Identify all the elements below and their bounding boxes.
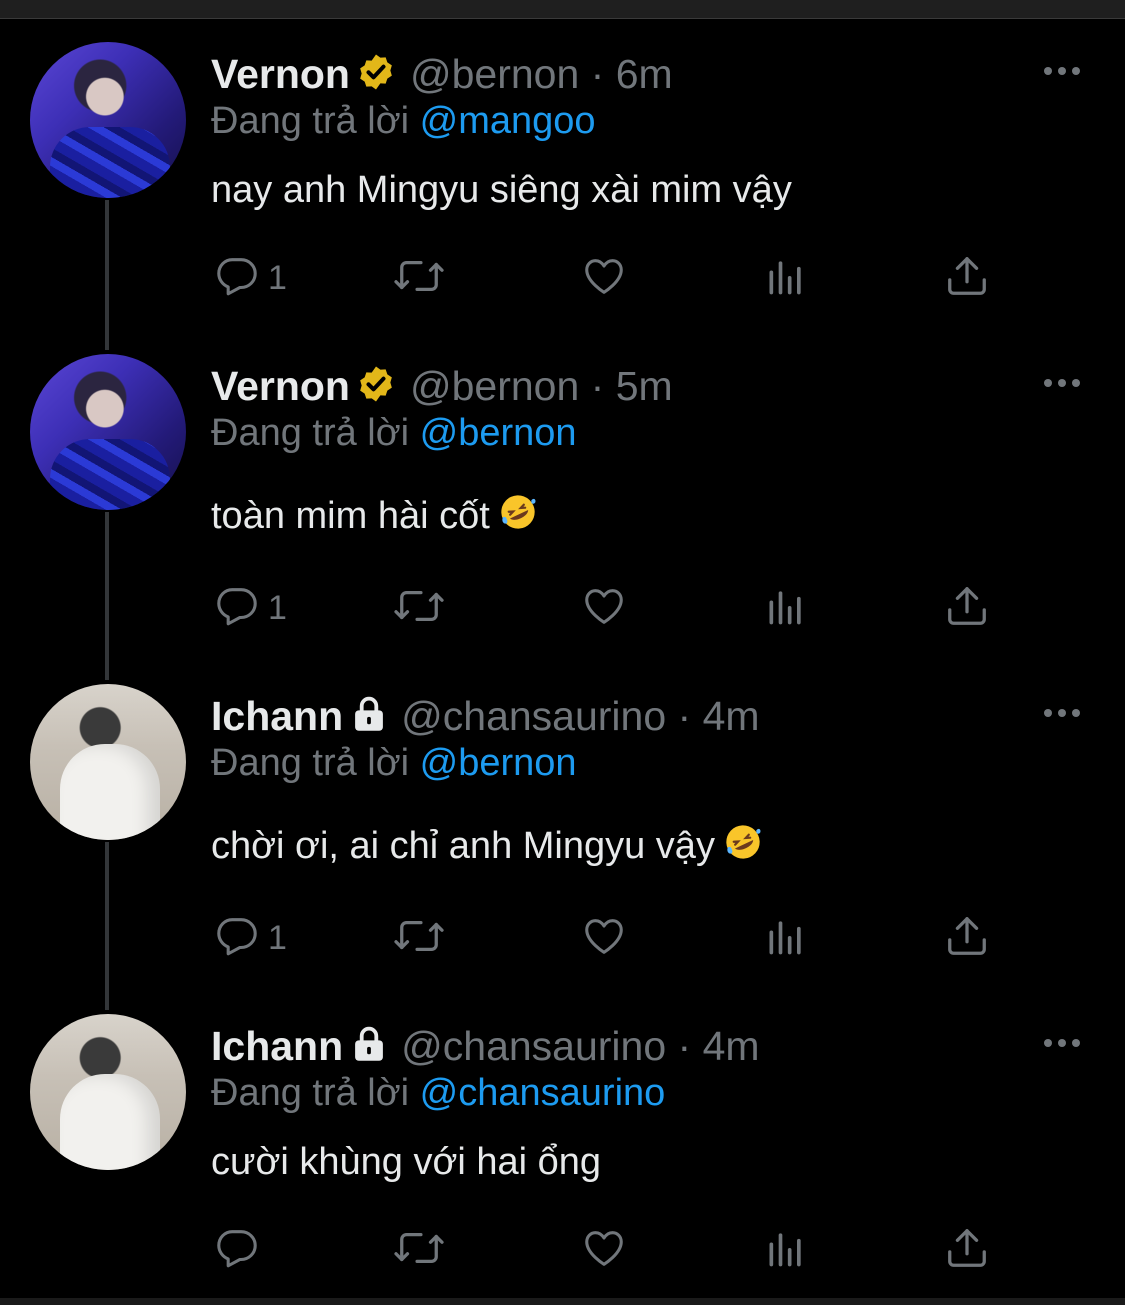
avatar[interactable] [30, 684, 186, 840]
more-options-icon[interactable] [1042, 1036, 1082, 1048]
reply-mention-link[interactable]: @bernon [420, 412, 577, 454]
reply-prefix: Đang trả lời [211, 1072, 410, 1114]
analytics-icon [764, 1225, 808, 1276]
tweet-text: chời ơi, ai chỉ anh Mingyu vậy [211, 825, 715, 867]
tweet-header: Vernon @bernon · 6m [211, 50, 673, 102]
tweet[interactable]: Ichann @chansaurino · 4m Đang trả lời @be… [0, 684, 1125, 994]
share-icon [944, 1225, 990, 1276]
retweet-button[interactable] [392, 584, 446, 632]
tweet-text: cười khùng với hai ổng [211, 1141, 602, 1183]
reply-button[interactable] [214, 1226, 268, 1274]
rolling-on-floor-laughing-emoji [723, 822, 763, 874]
reply-icon [214, 253, 260, 304]
reply-context: Đang trả lời @mangoo [211, 98, 596, 144]
avatar[interactable] [30, 1014, 186, 1170]
tweet-text: toàn mim hài cốt [211, 495, 490, 537]
display-name[interactable]: Vernon [211, 363, 350, 409]
views-button[interactable] [764, 254, 808, 302]
like-button[interactable] [580, 914, 628, 962]
analytics-icon [764, 913, 808, 964]
bottom-divider [0, 1298, 1125, 1305]
tweet-text: nay anh Mingyu siêng xài mim vậy [211, 169, 792, 211]
analytics-icon [764, 253, 808, 304]
tweet-text-row: chời ơi, ai chỉ anh Mingyu vậy [211, 822, 763, 874]
reply-context: Đang trả lời @bernon [211, 410, 577, 456]
views-button[interactable] [764, 914, 808, 962]
reply-context: Đang trả lời @bernon [211, 740, 577, 786]
retweet-icon [392, 913, 446, 964]
tweet-actions: 1 [0, 914, 1125, 964]
retweet-button[interactable] [392, 1226, 446, 1274]
tweet-header: Vernon @bernon · 5m [211, 362, 673, 414]
retweet-icon [392, 253, 446, 304]
heart-icon [580, 253, 628, 304]
retweet-button[interactable] [392, 254, 446, 302]
views-button[interactable] [764, 584, 808, 632]
verified-icon [356, 52, 396, 102]
reply-icon [214, 1225, 260, 1276]
more-options-icon[interactable] [1042, 706, 1082, 718]
tweet-actions: 1 [0, 584, 1125, 634]
top-divider [0, 0, 1125, 19]
avatar[interactable] [30, 42, 186, 198]
verified-icon [356, 364, 396, 414]
more-options-icon[interactable] [1042, 64, 1082, 76]
reply-mention-link[interactable]: @bernon [420, 742, 577, 784]
lock-icon [351, 695, 387, 743]
avatar[interactable] [30, 354, 186, 510]
share-button[interactable] [944, 254, 990, 302]
reply-mention-link[interactable]: @mangoo [420, 100, 596, 142]
reply-button[interactable]: 1 [214, 254, 287, 302]
reply-count: 1 [268, 258, 287, 297]
share-button[interactable] [944, 584, 990, 632]
share-button[interactable] [944, 914, 990, 962]
tweet-text-row: toàn mim hài cốt [211, 492, 538, 544]
tweet[interactable]: Vernon @bernon · 5m Đang trả lời @bernon … [0, 354, 1125, 664]
tweet-header: Ichann @chansaurino · 4m [211, 692, 760, 743]
reply-button[interactable]: 1 [214, 584, 287, 632]
reply-icon [214, 583, 260, 634]
share-icon [944, 253, 990, 304]
reply-icon [214, 913, 260, 964]
like-button[interactable] [580, 584, 628, 632]
retweet-icon [392, 583, 446, 634]
tweet[interactable]: Vernon @bernon · 6m Đang trả lời @mangoo … [0, 42, 1125, 342]
share-icon [944, 913, 990, 964]
reply-prefix: Đang trả lời [211, 100, 410, 142]
lock-icon [351, 1025, 387, 1073]
reply-context: Đang trả lời @chansaurino [211, 1070, 665, 1116]
display-name[interactable]: Ichann [211, 693, 343, 739]
rolling-on-floor-laughing-emoji [498, 492, 538, 544]
tweet[interactable]: Ichann @chansaurino · 4m Đang trả lời @ch… [0, 1014, 1125, 1294]
heart-icon [580, 1225, 628, 1276]
heart-icon [580, 583, 628, 634]
retweet-button[interactable] [392, 914, 446, 962]
tweet-actions [0, 1226, 1125, 1276]
handle-and-time[interactable]: @chansaurino · 4m [401, 1023, 759, 1069]
handle-and-time[interactable]: @bernon · 6m [410, 51, 673, 97]
display-name[interactable]: Ichann [211, 1023, 343, 1069]
tweet-actions: 1 [0, 254, 1125, 304]
reply-count: 1 [268, 918, 287, 957]
reply-prefix: Đang trả lời [211, 412, 410, 454]
reply-mention-link[interactable]: @chansaurino [420, 1072, 666, 1114]
tweet-header: Ichann @chansaurino · 4m [211, 1022, 760, 1073]
like-button[interactable] [580, 1226, 628, 1274]
share-icon [944, 583, 990, 634]
display-name[interactable]: Vernon [211, 51, 350, 97]
like-button[interactable] [580, 254, 628, 302]
handle-and-time[interactable]: @bernon · 5m [410, 363, 673, 409]
reply-prefix: Đang trả lời [211, 742, 410, 784]
heart-icon [580, 913, 628, 964]
handle-and-time[interactable]: @chansaurino · 4m [401, 693, 759, 739]
retweet-icon [392, 1225, 446, 1276]
share-button[interactable] [944, 1226, 990, 1274]
views-button[interactable] [764, 1226, 808, 1274]
more-options-icon[interactable] [1042, 376, 1082, 388]
reply-button[interactable]: 1 [214, 914, 287, 962]
analytics-icon [764, 583, 808, 634]
reply-count: 1 [268, 588, 287, 627]
